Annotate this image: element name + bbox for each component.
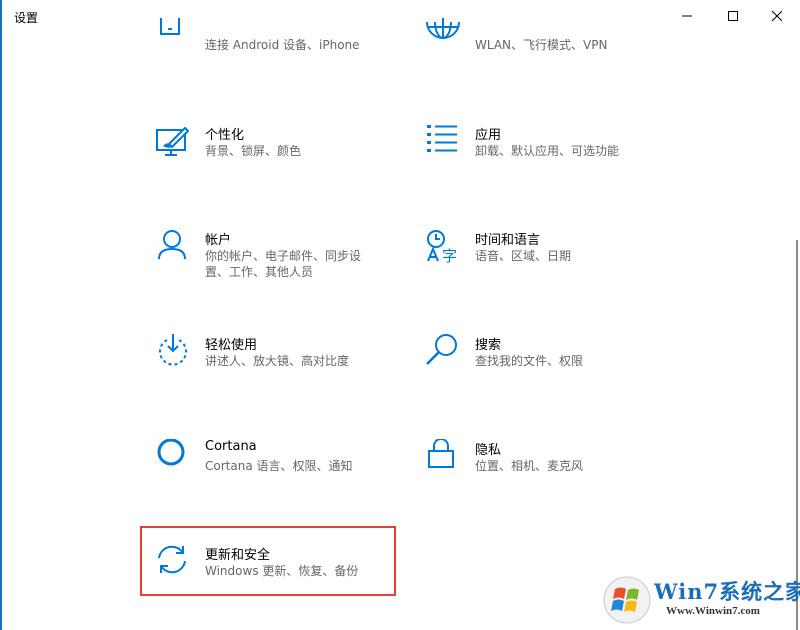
highlight-box xyxy=(140,526,396,596)
tile-accounts-name: 帐户 xyxy=(205,233,232,248)
svg-text:字: 字 xyxy=(442,247,457,265)
tile-phone-desc: 连接 Android 设备、iPhone xyxy=(205,38,360,52)
tile-phone[interactable]: 连接 Android 设备、iPhone xyxy=(155,18,405,87)
tile-search-desc: 查找我的文件、权限 xyxy=(475,354,584,368)
tile-apps-name: 应用 xyxy=(475,128,502,143)
globe-icon xyxy=(425,18,461,54)
watermark-url: Www.Winwin7.com xyxy=(666,605,760,617)
tile-personalization[interactable]: 个性化 背景、锁屏、颜色 xyxy=(155,124,405,184)
tile-time-language[interactable]: 字 时间和语言 语音、区域、日期 xyxy=(425,229,675,289)
tile-personalization-desc: 背景、锁屏、颜色 xyxy=(205,144,302,158)
apps-list-icon xyxy=(425,124,461,160)
windows-logo-icon xyxy=(603,576,651,624)
tile-apps[interactable]: 应用 卸载、默认应用、可选功能 xyxy=(425,124,675,184)
watermark: Win7系统之家 Www.Winwin7.com xyxy=(600,574,800,626)
tile-privacy-desc: 位置、相机、麦克风 xyxy=(475,459,584,473)
tile-apps-desc: 卸载、默认应用、可选功能 xyxy=(475,144,620,158)
phone-icon xyxy=(155,18,191,54)
cortana-ring-icon xyxy=(155,439,191,475)
lock-icon xyxy=(425,439,461,475)
tile-personalization-name: 个性化 xyxy=(205,128,245,143)
watermark-text: Win7系统之家 xyxy=(654,579,800,604)
tile-cortana-desc: Cortana 语言、权限、通知 xyxy=(205,459,353,473)
maximize-icon xyxy=(728,11,738,21)
close-button[interactable] xyxy=(754,0,800,32)
tile-time-language-name: 时间和语言 xyxy=(475,233,541,248)
tile-accounts[interactable]: 帐户 你的帐户、电子邮件、同步设置、工作、其他人员 xyxy=(155,229,405,289)
tile-privacy-name: 隐私 xyxy=(475,443,502,458)
ease-of-access-icon xyxy=(155,334,191,370)
tile-accounts-desc: 你的帐户、电子邮件、同步设置、工作、其他人员 xyxy=(205,249,362,279)
tile-ease-of-access-name: 轻松使用 xyxy=(205,338,258,353)
window-title: 设置 xyxy=(14,11,39,25)
scrollbar[interactable] xyxy=(796,240,798,630)
close-icon xyxy=(771,10,783,22)
tile-network[interactable]: WLAN、飞行模式、VPN xyxy=(425,18,675,87)
time-language-icon: 字 xyxy=(425,229,461,265)
tile-time-language-desc: 语音、区域、日期 xyxy=(475,249,572,263)
tile-ease-of-access[interactable]: 轻松使用 讲述人、放大镜、高对比度 xyxy=(155,334,405,394)
search-icon xyxy=(425,334,461,370)
maximize-button[interactable] xyxy=(710,0,756,32)
tile-search-name: 搜索 xyxy=(475,338,502,353)
window-left-edge xyxy=(0,0,2,630)
person-icon xyxy=(155,229,191,265)
personalization-icon xyxy=(155,124,191,160)
tile-network-desc: WLAN、飞行模式、VPN xyxy=(475,38,608,52)
tile-cortana[interactable]: Cortana Cortana 语言、权限、通知 xyxy=(155,439,405,499)
tile-ease-of-access-desc: 讲述人、放大镜、高对比度 xyxy=(205,354,350,368)
tile-search[interactable]: 搜索 查找我的文件、权限 xyxy=(425,334,675,394)
tile-privacy[interactable]: 隐私 位置、相机、麦克风 xyxy=(425,439,675,499)
tile-cortana-name: Cortana xyxy=(205,439,257,454)
minimize-icon xyxy=(682,15,692,17)
